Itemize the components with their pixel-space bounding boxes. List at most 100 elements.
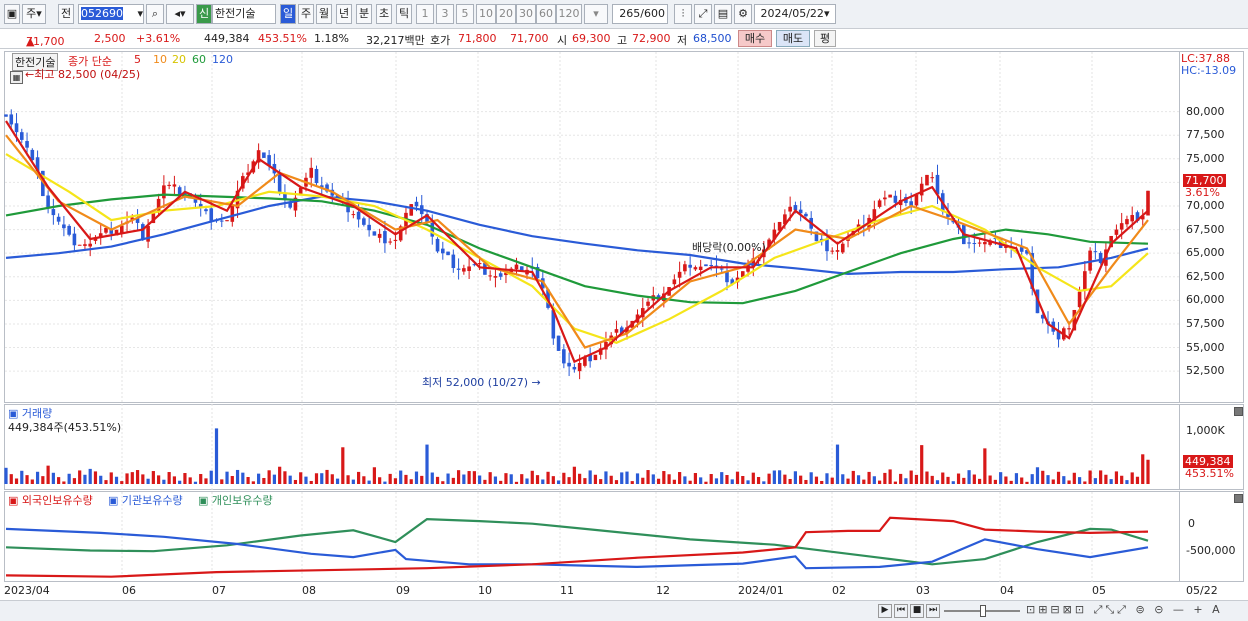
volume-bar <box>257 473 261 484</box>
volume-bar <box>130 472 134 484</box>
stop-icon[interactable]: ■ <box>910 604 924 618</box>
candle-body <box>230 205 235 222</box>
candle-body <box>377 233 382 238</box>
ma-period-20: 20 <box>172 53 186 66</box>
volume-bar <box>525 478 529 484</box>
volume-bar <box>993 479 997 484</box>
volume-bar <box>756 476 761 484</box>
candle-body <box>77 244 82 246</box>
volume-bar <box>741 476 745 484</box>
volume-bar <box>904 478 908 484</box>
candle-body <box>914 194 919 206</box>
candle-body <box>167 184 171 186</box>
dividend-label: 배당락(0.00%) <box>692 241 766 254</box>
volume-bar <box>1125 480 1129 484</box>
candle-body <box>562 349 566 364</box>
candle-body <box>672 279 677 285</box>
volume-bar <box>46 465 50 484</box>
volume-bar <box>851 470 855 484</box>
candle-body <box>72 233 77 246</box>
volume-bar <box>772 470 776 484</box>
volume-bar <box>614 480 619 484</box>
volume-bar <box>620 472 624 484</box>
volume-bar <box>846 478 850 484</box>
volume-pane-close-icon[interactable] <box>1234 407 1243 416</box>
candle-body <box>462 268 466 272</box>
volume-bar <box>67 473 71 484</box>
candle-body <box>225 220 229 222</box>
candle-body <box>572 366 577 370</box>
candle-body <box>172 184 177 187</box>
candle-body <box>614 329 619 333</box>
volume-bar <box>641 477 645 484</box>
volume-bar <box>630 481 634 484</box>
scroll-right-icon[interactable]: ▶ <box>878 604 892 618</box>
x-tick-label: 2023/04 <box>4 584 50 597</box>
x-tick-label: 04 <box>1000 584 1014 597</box>
candle-body <box>825 239 829 252</box>
candle-body <box>1130 215 1135 222</box>
volume-bar <box>420 475 424 484</box>
volume-bar <box>578 473 582 484</box>
volume-bar <box>109 472 113 484</box>
volume-bar <box>225 471 229 484</box>
tool-icons[interactable]: ⊡⊞⊟⊠⊡ ⤢⤡⤢ ⊜ ⊝ — + A <box>1026 603 1223 617</box>
grid-icon[interactable]: ▦ <box>10 71 23 84</box>
volume-bar <box>888 469 892 484</box>
volume-bar <box>246 476 250 484</box>
volume-bar <box>593 474 598 484</box>
volume-bar <box>262 477 266 484</box>
volume-bar <box>288 475 292 484</box>
candle-body <box>967 242 971 244</box>
volume-bar <box>767 473 771 484</box>
candle-body <box>9 114 14 125</box>
candle-body <box>646 301 650 306</box>
volume-bar <box>551 476 555 484</box>
x-tick-label: 03 <box>916 584 930 597</box>
candle-body <box>577 363 582 372</box>
volume-bar <box>504 473 508 484</box>
volume-bar <box>962 477 966 484</box>
volume-bar <box>367 480 371 484</box>
ma-period-10: 10 <box>153 53 167 66</box>
candle-body <box>888 194 892 198</box>
rewind-icon[interactable]: ⏮ <box>894 604 908 618</box>
volume-bar <box>1135 476 1140 484</box>
volume-bar <box>625 471 629 484</box>
volume-bar <box>656 478 661 484</box>
x-tick-label: 05/22 <box>1186 584 1218 597</box>
volume-bar <box>499 480 503 484</box>
volume-bar <box>293 479 298 484</box>
candle-body <box>477 263 482 265</box>
candle-body <box>709 265 713 267</box>
legend-institution: ▣ 기관보유수량 <box>108 494 183 507</box>
candle-body <box>451 254 456 269</box>
volume-bar <box>609 475 613 484</box>
volume-rate-tag: 453.51% <box>1185 467 1234 480</box>
volume-bar <box>1004 476 1008 484</box>
volume-bar <box>1014 473 1019 484</box>
price-y-tick: 75,000 <box>1186 151 1225 165</box>
volume-bar <box>441 481 445 484</box>
volume-bar <box>251 481 255 484</box>
volume-bar <box>546 471 550 484</box>
forward-icon[interactable]: ⏭ <box>926 604 940 618</box>
candle-body <box>51 209 56 216</box>
volume-bar <box>1099 470 1103 484</box>
holders-pane-close-icon[interactable] <box>1234 494 1243 503</box>
volume-bar <box>1046 475 1050 484</box>
candle-body <box>698 266 703 271</box>
volume-bar <box>1030 474 1034 484</box>
candle-body <box>1119 223 1124 230</box>
volume-y-tick: 1,000K <box>1186 424 1225 437</box>
volume-bar <box>20 470 24 484</box>
volume-value-label: 449,384주(453.51%) <box>8 421 122 434</box>
volume-bar <box>325 469 329 484</box>
candle-body <box>393 239 398 241</box>
volume-bar <box>778 470 782 484</box>
volume-bar <box>178 480 182 484</box>
candle-body <box>104 228 108 233</box>
candle-body <box>972 243 977 245</box>
volume-bar <box>788 478 792 484</box>
zoom-slider-thumb[interactable] <box>980 605 986 617</box>
